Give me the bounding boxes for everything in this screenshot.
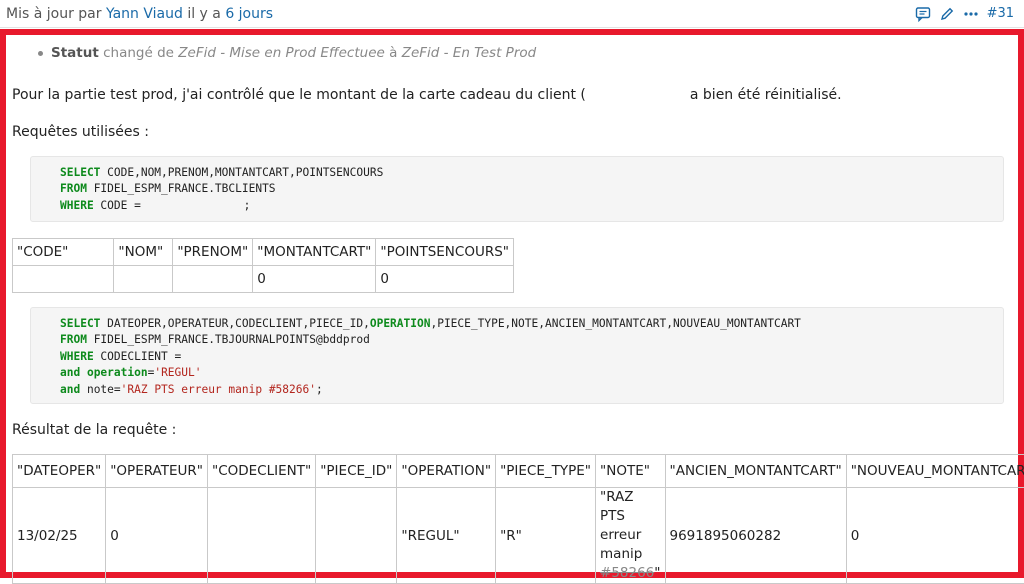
- journal-header: Mis à jour par Yann Viaud il y a 6 jours…: [0, 0, 1024, 28]
- comment-icon[interactable]: [915, 6, 931, 22]
- table-cell: 0: [376, 266, 514, 293]
- note-end: ": [654, 565, 660, 581]
- col-header: "POINTSENCOURS": [376, 239, 514, 266]
- table-resultat: "DATEOPER" "OPERATEUR" "CODECLIENT" "PIE…: [12, 454, 1024, 584]
- meta-prefix: Mis à jour par: [6, 6, 102, 22]
- col-header: "PIECE_ID": [316, 455, 397, 488]
- table-cell: 0: [106, 488, 208, 584]
- table-clients: "CODE" "NOM" "PRENOM" "MONTANTCART" "POI…: [12, 238, 514, 293]
- table-cell: 9691895060282: [665, 488, 846, 584]
- col-header: "MONTANTCART": [253, 239, 376, 266]
- table-cell: "R": [496, 488, 596, 584]
- journal-meta: Mis à jour par Yann Viaud il y a 6 jours: [6, 0, 273, 28]
- time-ago-link[interactable]: 6 jours: [225, 6, 273, 22]
- edit-icon[interactable]: [939, 6, 955, 22]
- status-changed: changé de: [103, 45, 174, 61]
- bullet-dot: [38, 51, 43, 56]
- code-block-query2: SELECT DATEOPER,OPERATEUR,CODECLIENT,PIE…: [30, 307, 1004, 404]
- table-cell: [316, 488, 397, 584]
- journal-actions: #31: [915, 0, 1014, 28]
- highlight-frame: Statut changé de ZeFid - Mise en Prod Ef…: [0, 29, 1024, 578]
- table-cell: 13/02/25: [13, 488, 106, 584]
- table-row: 0 0: [13, 266, 514, 293]
- table-cell: [114, 266, 173, 293]
- table-cell: "REGUL": [397, 488, 496, 584]
- resultat-label: Résultat de la requête :: [12, 422, 176, 438]
- table-cell-note: "RAZ PTS erreur manip #58266": [596, 488, 665, 584]
- header-divider: [0, 27, 1024, 28]
- col-header: "ANCIEN_MONTANTCART": [665, 455, 846, 488]
- status-from: ZeFid - Mise en Prod Effectuee: [178, 45, 385, 61]
- col-header: "NOUVEAU_MONTANTCART": [846, 455, 1024, 488]
- status-to-word: à: [389, 45, 397, 61]
- note-text: "RAZ PTS erreur manip: [600, 489, 642, 562]
- paragraph-text: Pour la partie test prod, j'ai contrôlé …: [12, 87, 586, 103]
- paragraph-text-after: a bien été réinitialisé.: [690, 87, 842, 103]
- author-link[interactable]: Yann Viaud: [106, 6, 183, 22]
- status-change: Statut changé de ZeFid - Mise en Prod Ef…: [38, 45, 536, 61]
- col-header: "PIECE_TYPE": [496, 455, 596, 488]
- status-to: ZeFid - En Test Prod: [402, 45, 537, 61]
- table-cell: [13, 266, 114, 293]
- col-header: "OPERATION": [397, 455, 496, 488]
- status-label: Statut: [51, 45, 99, 61]
- col-header: "CODECLIENT": [208, 455, 316, 488]
- col-header: "NOM": [114, 239, 173, 266]
- col-header: "PRENOM": [173, 239, 253, 266]
- more-icon[interactable]: [963, 6, 979, 22]
- table-cell: [173, 266, 253, 293]
- table-cell: 0: [253, 266, 376, 293]
- table-row: 13/02/25 0 "REGUL" "R" "RAZ PTS erreur m…: [13, 488, 1024, 584]
- requetes-label: Requêtes utilisées :: [12, 124, 149, 140]
- col-header: "CODE": [13, 239, 114, 266]
- meta-middle: il y a: [187, 6, 221, 22]
- code-block-query1: SELECT CODE,NOM,PRENOM,MONTANTCART,POINT…: [30, 156, 1004, 222]
- redacted-client: [586, 89, 690, 102]
- issue-link[interactable]: #58266: [600, 565, 654, 581]
- col-header: "DATEOPER": [13, 455, 106, 488]
- note-number-link[interactable]: #31: [987, 0, 1014, 28]
- table-header-row: "DATEOPER" "OPERATEUR" "CODECLIENT" "PIE…: [13, 455, 1024, 488]
- paragraph-test-prod: Pour la partie test prod, j'ai contrôlé …: [12, 87, 842, 103]
- col-header: "NOTE": [596, 455, 665, 488]
- col-header: "OPERATEUR": [106, 455, 208, 488]
- table-header-row: "CODE" "NOM" "PRENOM" "MONTANTCART" "POI…: [13, 239, 514, 266]
- table-cell: [208, 488, 316, 584]
- table-cell: 0: [846, 488, 1024, 584]
